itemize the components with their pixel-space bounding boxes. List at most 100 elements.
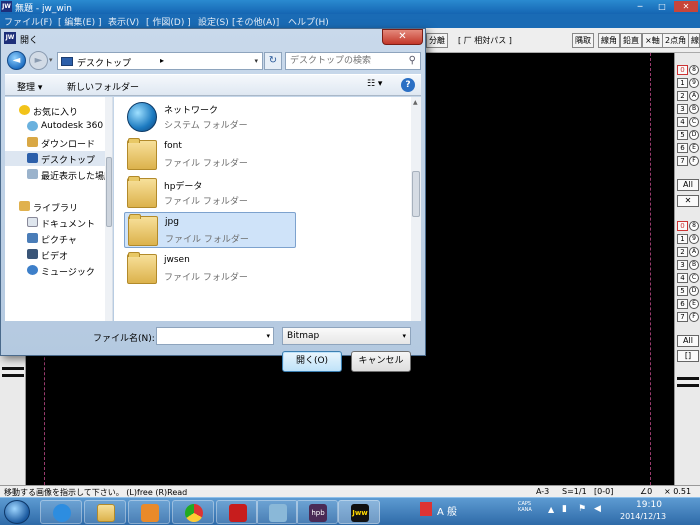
layer-group-button[interactable]: 6 [677, 143, 688, 153]
relative-path-toggle[interactable]: [ 厂 相対パス ] [458, 35, 512, 46]
nav-desktop[interactable]: デスクトップ [5, 151, 105, 166]
nav-pictures[interactable]: ピクチャ [5, 231, 105, 246]
menu-settings[interactable]: 設定(S) [198, 15, 229, 28]
layer-button[interactable]: A [689, 247, 699, 257]
taskbar-media-player[interactable] [128, 500, 170, 524]
scrollbar-thumb[interactable] [412, 171, 420, 217]
taskbar-ie[interactable] [40, 500, 82, 524]
ime-indicator[interactable]: A 般 [437, 503, 457, 518]
filename-field[interactable]: ▾ [156, 327, 274, 345]
clock-date[interactable]: 2014/12/13 [620, 512, 666, 521]
file-item-font[interactable]: font ファイル フォルダー [124, 137, 296, 173]
filename-dropdown-icon[interactable]: ▾ [266, 332, 270, 340]
flag-tray-icon[interactable]: ⚑ [578, 504, 586, 514]
organize-button[interactable]: 整理 ▾ [17, 80, 42, 93]
clock-time[interactable]: 19:10 [636, 500, 662, 510]
taskbar-hpb[interactable]: hpb [296, 500, 338, 524]
layer-group-button[interactable]: E [689, 143, 699, 153]
address-dropdown-icon[interactable]: ▾ [254, 57, 258, 65]
status-group[interactable]: [0-0] [594, 487, 613, 496]
menu-help[interactable]: ヘルプ(H) [288, 15, 329, 28]
filename-input[interactable] [160, 330, 260, 342]
file-list-scrollbar[interactable]: ▲ [411, 97, 421, 321]
refresh-button[interactable]: ↻ [264, 52, 282, 70]
menu-edit[interactable]: [ 編集(E) ] [58, 15, 101, 28]
layer-bracket-button[interactable]: [] [677, 350, 699, 362]
taskbar-jww[interactable]: Jww [338, 500, 380, 524]
toolbar-button-line[interactable]: 線 [688, 33, 700, 48]
file-item-hp-data[interactable]: hpデータ ファイル フォルダー [124, 175, 296, 211]
line-style-indicator[interactable] [2, 367, 24, 377]
start-button[interactable] [4, 500, 30, 524]
status-scale[interactable]: S=1/1 [562, 487, 587, 496]
nav-downloads[interactable]: ダウンロード [5, 135, 105, 150]
scrollbar-thumb[interactable] [106, 157, 112, 227]
layer-group-button[interactable]: C [689, 117, 699, 127]
close-button[interactable]: ✕ [674, 1, 698, 12]
layer-all-button[interactable]: All [677, 335, 699, 347]
scroll-up-icon[interactable]: ▲ [413, 99, 418, 106]
nav-autodesk-360[interactable]: Autodesk 360 [5, 119, 105, 134]
network-tray-icon[interactable]: ▮ [562, 504, 567, 514]
nav-libraries[interactable]: ライブラリ [5, 199, 105, 214]
taskbar-app[interactable] [256, 500, 298, 524]
layer-button[interactable]: E [689, 299, 699, 309]
status-angle[interactable]: ∠0 [640, 487, 652, 496]
view-options-button[interactable]: ☷ ▾ [367, 79, 382, 89]
layer-group-button[interactable]: 0 [677, 65, 688, 75]
layer-button[interactable]: 5 [677, 286, 688, 296]
layer-group-button[interactable]: 9 [689, 78, 699, 88]
layer-group-button[interactable]: 8 [689, 65, 699, 75]
nav-videos[interactable]: ビデオ [5, 247, 105, 262]
menu-draw[interactable]: [ 作図(D) ] [146, 15, 191, 28]
search-icon[interactable]: ⚲ [409, 55, 416, 66]
nav-music[interactable]: ミュージック [5, 263, 105, 278]
layer-group-button[interactable]: D [689, 130, 699, 140]
address-bar[interactable]: デスクトップ ▸ ▾ [57, 52, 263, 70]
nav-recent-places[interactable]: 最近表示した場所 [5, 167, 112, 182]
nav-documents[interactable]: ドキュメント [5, 215, 105, 230]
taskbar-acrobat[interactable] [216, 500, 258, 524]
back-button[interactable]: ◄ [7, 51, 26, 70]
forward-button[interactable]: ► [29, 51, 48, 70]
status-layer[interactable]: A-3 [536, 487, 549, 496]
layer-group-button[interactable]: 5 [677, 130, 688, 140]
toolbar-button-2pt-angle[interactable]: 2点角 [662, 33, 690, 48]
maximize-button[interactable]: □ [652, 1, 672, 12]
toolbar-button-line-angle[interactable]: 線角 [598, 33, 620, 48]
menu-other[interactable]: [その他(A)] [232, 15, 279, 28]
layer-group-button[interactable]: 3 [677, 104, 688, 114]
layer-button[interactable]: 1 [677, 234, 688, 244]
layer-button[interactable]: 0 [677, 221, 688, 231]
breadcrumb-arrow-icon[interactable]: ▸ [160, 56, 164, 65]
search-box[interactable]: ⚲ [285, 52, 421, 70]
toolbar-button-x-axis[interactable]: ×軸 [642, 33, 663, 48]
layer-button[interactable]: 9 [689, 234, 699, 244]
line-style-indicator[interactable] [677, 377, 699, 387]
nav-favorites[interactable]: お気に入り [5, 103, 105, 118]
tray-app-icon[interactable] [420, 502, 432, 516]
open-button[interactable]: 開く(O) [282, 351, 342, 372]
layer-group-button[interactable]: 2 [677, 91, 688, 101]
layer-group-button[interactable]: 7 [677, 156, 688, 166]
file-item-jwsen[interactable]: jwsen ファイル フォルダー [124, 251, 296, 287]
nav-pane-scrollbar[interactable] [105, 97, 112, 321]
menu-file[interactable]: ファイル(F) [4, 15, 52, 28]
cancel-button[interactable]: キャンセル [351, 351, 411, 372]
layer-button[interactable]: F [689, 312, 699, 322]
tray-expand-icon[interactable]: ▲ [548, 505, 554, 514]
status-factor[interactable]: × 0.51 [664, 487, 691, 496]
address-location[interactable]: デスクトップ [77, 56, 131, 69]
history-dropdown-icon[interactable]: ▾ [49, 56, 53, 64]
layer-group-button[interactable]: F [689, 156, 699, 166]
layer-group-button[interactable]: 4 [677, 117, 688, 127]
separate-button[interactable]: 分離 [426, 33, 448, 48]
toolbar-button-corner[interactable]: 隅取 [572, 33, 594, 48]
layer-button[interactable]: 2 [677, 247, 688, 257]
filetype-select[interactable]: Bitmap ▾ [282, 327, 411, 345]
new-folder-button[interactable]: 新しいフォルダー [67, 80, 139, 93]
taskbar-chrome[interactable] [172, 500, 214, 524]
search-input[interactable] [290, 55, 400, 67]
layer-button[interactable]: 7 [677, 312, 688, 322]
taskbar-explorer[interactable] [84, 500, 126, 524]
